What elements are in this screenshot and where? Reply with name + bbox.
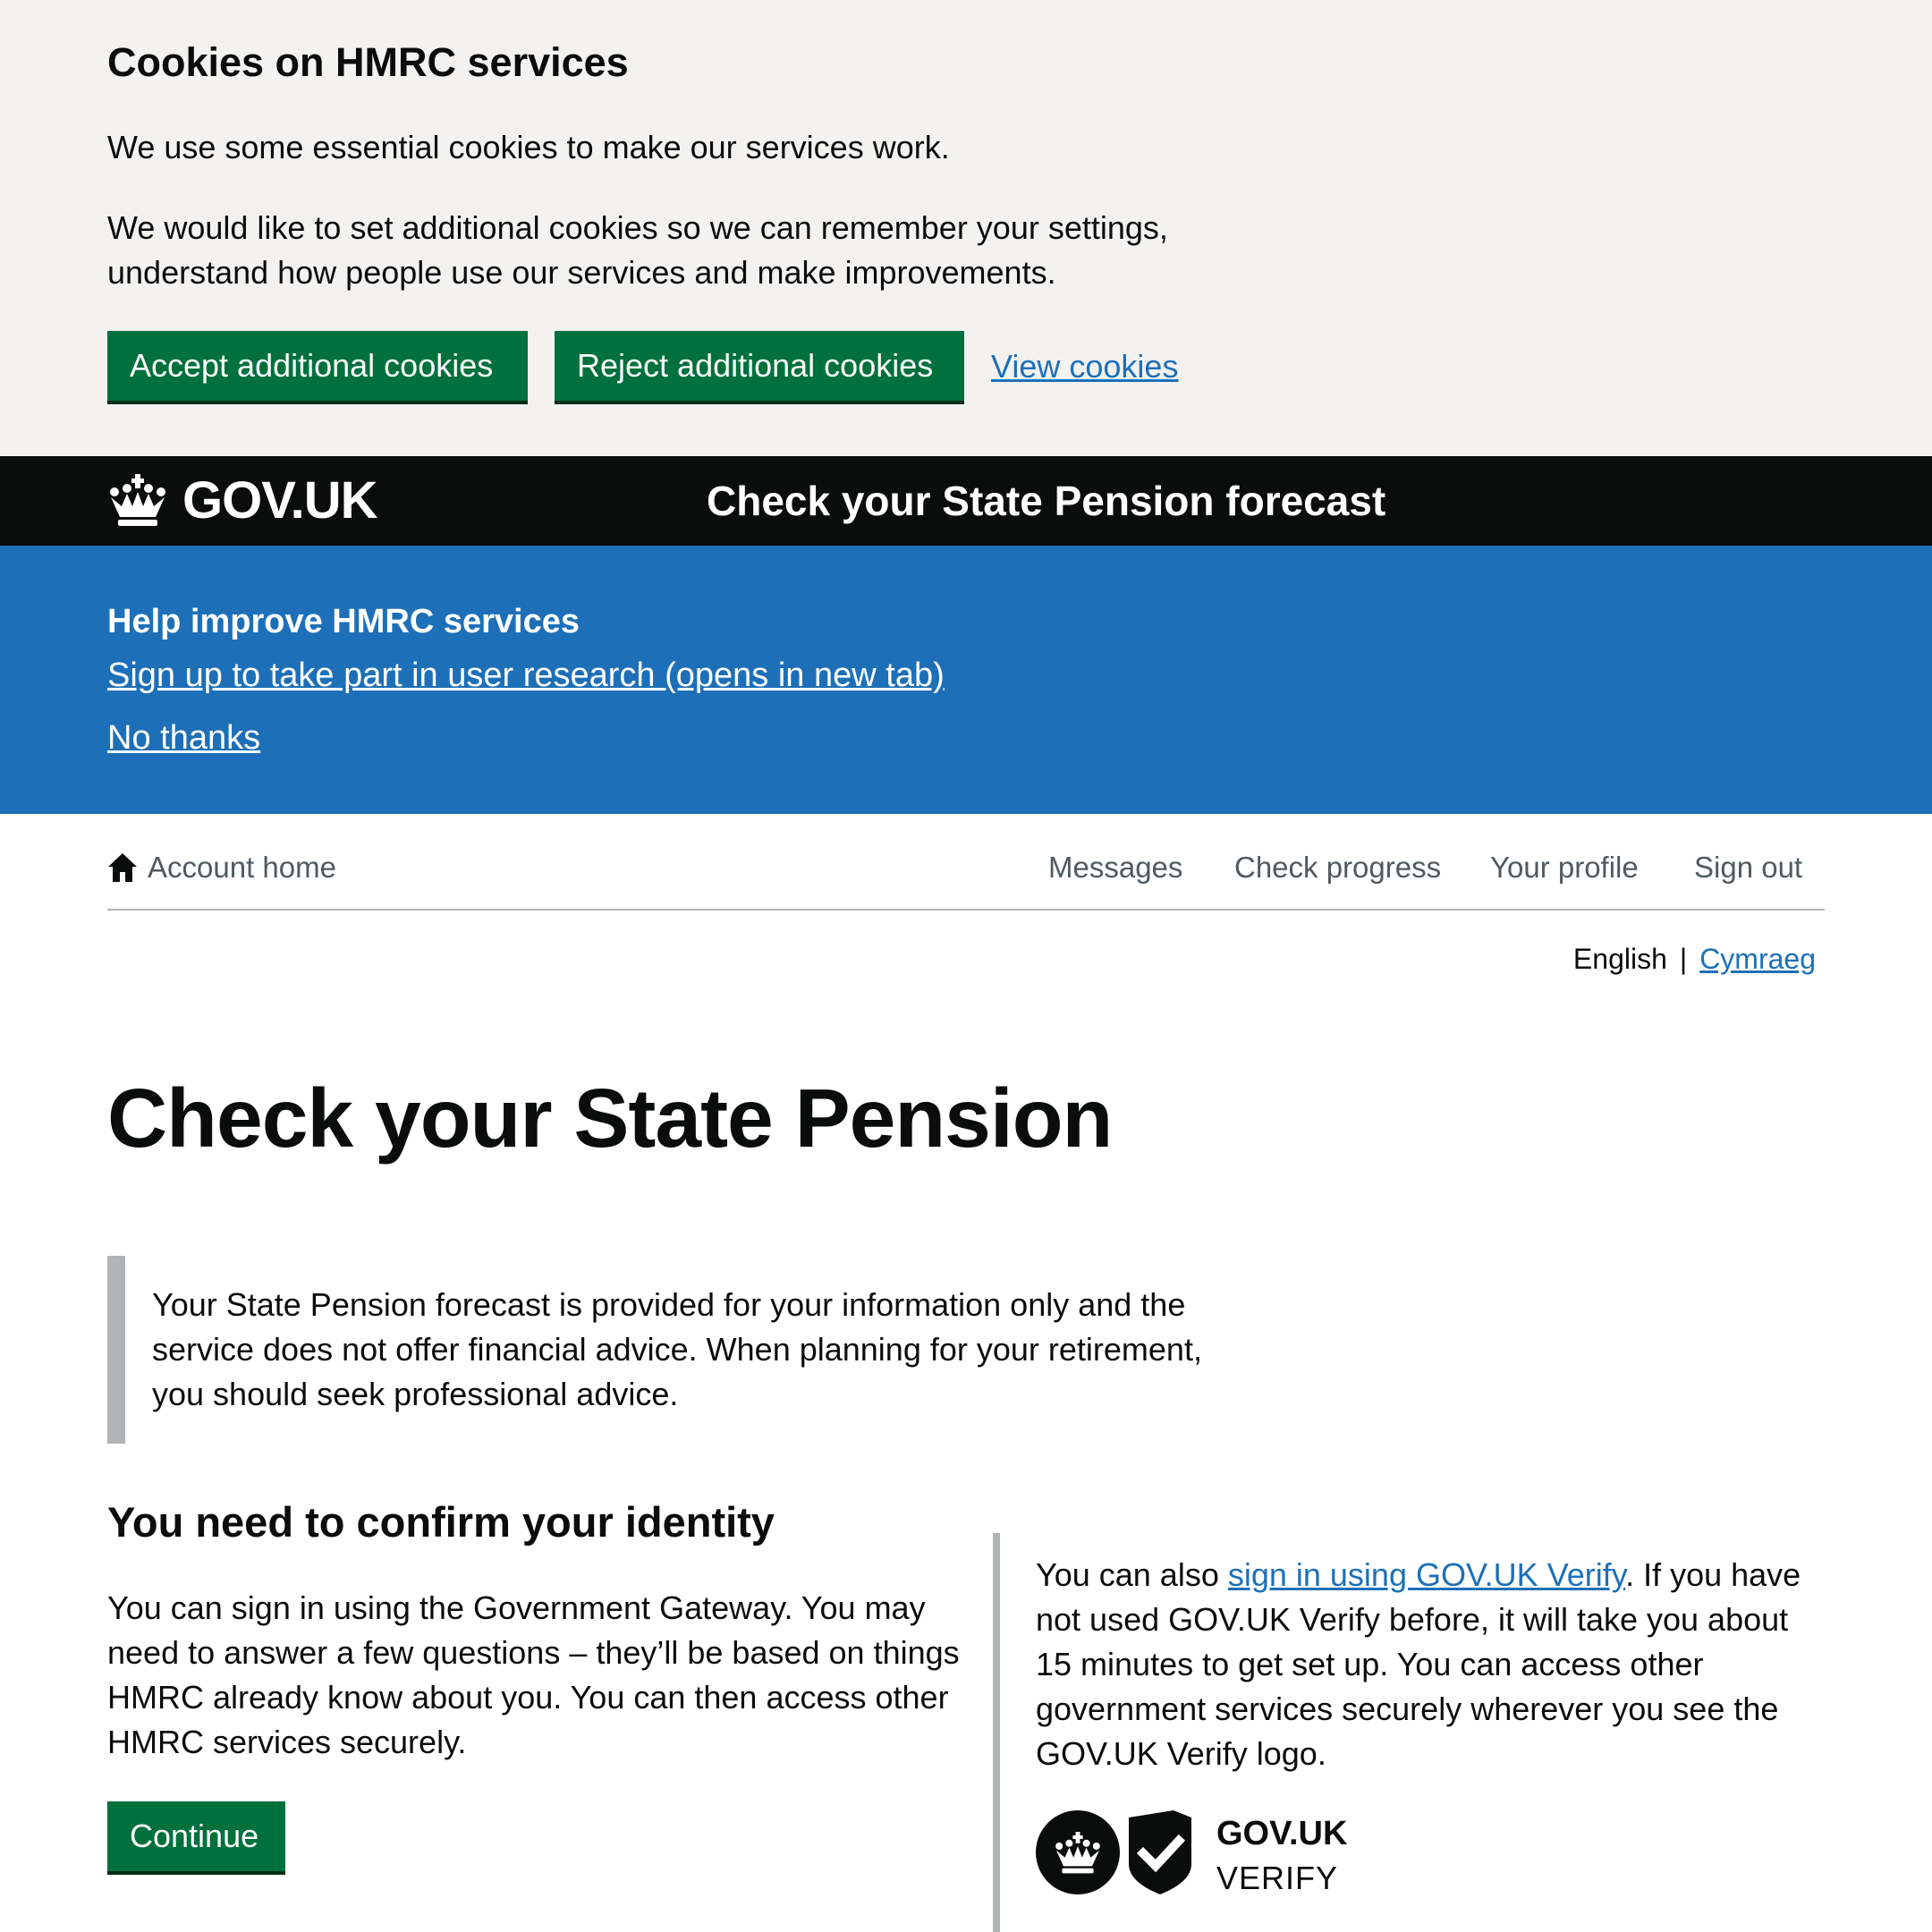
verify-shield-check-icon bbox=[1129, 1810, 1191, 1894]
reject-cookies-button[interactable]: Reject additional cookies bbox=[555, 331, 964, 401]
account-nav: Account home Messages Check progress You… bbox=[107, 841, 1825, 911]
verify-panel: You can also sign in using GOV.UK Verify… bbox=[993, 1533, 1834, 1932]
govuk-verify-logo: GOV.UK VERIFY bbox=[1036, 1810, 1385, 1900]
nav-messages-link[interactable]: Messages bbox=[1048, 848, 1182, 887]
verify-crown-circle bbox=[1036, 1810, 1120, 1894]
cookie-banner-title: Cookies on HMRC services bbox=[107, 39, 629, 85]
accept-cookies-button[interactable]: Accept additional cookies bbox=[107, 331, 528, 401]
research-banner: Help improve HMRC services Sign up to ta… bbox=[0, 546, 1932, 814]
govuk-header: GOV.UK Check your State Pension forecast bbox=[0, 456, 1932, 546]
nav-your-profile-link[interactable]: Your profile bbox=[1490, 848, 1639, 887]
nav-check-progress-link[interactable]: Check progress bbox=[1234, 848, 1441, 887]
cookie-banner-text-additional: We would like to set additional cookies … bbox=[107, 209, 1168, 291]
home-icon bbox=[108, 853, 137, 882]
inset-text: Your State Pension forecast is provided … bbox=[107, 1256, 1261, 1444]
confirm-identity-heading: You need to confirm your identity bbox=[107, 1498, 775, 1546]
verify-text: You can also sign in using GOV.UK Verify… bbox=[1036, 1553, 1823, 1776]
verify-crown-icon bbox=[1055, 1832, 1100, 1874]
verify-text-before: You can also bbox=[1036, 1556, 1228, 1593]
nav-sign-out-link[interactable]: Sign out bbox=[1694, 848, 1802, 887]
page-title: Check your State Pension bbox=[107, 1072, 1113, 1165]
inset-text-content: Your State Pension forecast is provided … bbox=[152, 1286, 1202, 1412]
account-home-link[interactable]: Account home bbox=[148, 848, 336, 887]
confirm-identity-text: You can sign in using the Government Gat… bbox=[107, 1589, 960, 1760]
service-name[interactable]: Check your State Pension forecast bbox=[707, 476, 1385, 526]
cookie-banner: Cookies on HMRC services We use some ess… bbox=[0, 0, 1932, 456]
research-no-thanks-link[interactable]: No thanks bbox=[107, 716, 260, 760]
crown-icon[interactable] bbox=[107, 474, 168, 528]
continue-button[interactable]: Continue bbox=[107, 1801, 285, 1871]
verify-sign-in-link[interactable]: sign in using GOV.UK Verify bbox=[1228, 1556, 1625, 1593]
cookie-banner-text: We use some essential cookies to make ou… bbox=[107, 129, 950, 165]
verify-logo-verify-text: VERIFY bbox=[1216, 1860, 1339, 1896]
language-separator: | bbox=[1679, 943, 1688, 975]
language-current: English bbox=[1572, 943, 1667, 975]
view-cookies-link[interactable]: View cookies bbox=[991, 344, 1178, 389]
research-signup-link[interactable]: Sign up to take part in user research (o… bbox=[107, 653, 945, 698]
language-cymraeg-link[interactable]: Cymraeg bbox=[1699, 943, 1816, 975]
research-banner-title: Help improve HMRC services bbox=[107, 603, 580, 640]
govuk-logo-text[interactable]: GOV.UK bbox=[182, 472, 377, 530]
language-toggle: English | Cymraeg bbox=[1573, 939, 1816, 979]
verify-logo-govuk-text: GOV.UK bbox=[1216, 1815, 1348, 1852]
